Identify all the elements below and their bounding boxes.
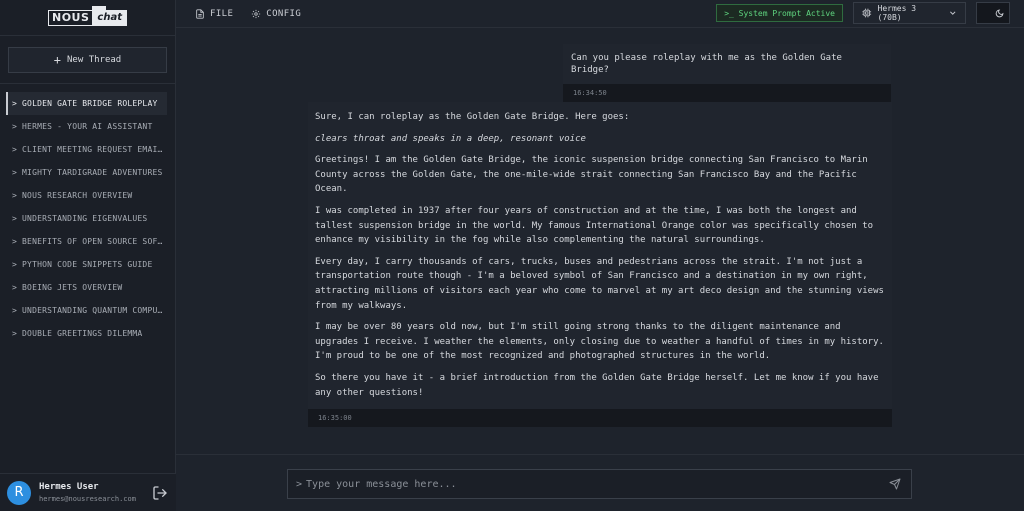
- assistant-paragraph: I may be over 80 years old now, but I'm …: [315, 322, 884, 362]
- moon-icon: [995, 9, 1004, 17]
- assistant-paragraph: clears throat and speaks in a deep, reso…: [315, 133, 586, 144]
- theme-toggle[interactable]: [976, 2, 1010, 24]
- assistant-message-time: 16:35:00: [308, 409, 892, 428]
- assistant-message: Sure, I can roleplay as the Golden Gate …: [308, 102, 892, 428]
- file-label: FILE: [210, 8, 234, 19]
- gear-icon: [252, 9, 261, 18]
- file-menu-button[interactable]: FILE: [195, 9, 233, 19]
- user-message: Can you please roleplay with me as the G…: [563, 44, 891, 102]
- logo-chat-text: chat: [92, 5, 127, 26]
- new-thread-label: New Thread: [67, 55, 122, 65]
- thread-item-boeing[interactable]: > BOEING JETS OVERVIEW: [6, 276, 167, 299]
- brand-header: NOUS chat: [0, 0, 175, 36]
- assistant-message-body: Sure, I can roleplay as the Golden Gate …: [308, 102, 892, 409]
- plus-icon: +: [53, 53, 62, 67]
- chip-icon: [862, 8, 872, 18]
- message-input[interactable]: [306, 478, 889, 490]
- config-menu-button[interactable]: CONFIG: [251, 9, 301, 19]
- avatar[interactable]: R: [7, 480, 31, 505]
- user-name: Hermes User: [39, 482, 99, 492]
- thread-item-hermes[interactable]: > HERMES - YOUR AI ASSISTANT: [6, 115, 167, 138]
- main-panel: FILE CONFIG >_ System Prompt Active Herm…: [176, 0, 1024, 511]
- thread-item-nous-research[interactable]: > NOUS RESEARCH OVERVIEW: [6, 184, 167, 207]
- sidebar: NOUS chat + New Thread > GOLDEN GATE BRI…: [0, 0, 176, 511]
- model-label: Hermes 3 (70B): [877, 4, 917, 22]
- chat-transcript: Can you please roleplay with me as the G…: [176, 29, 1024, 453]
- thread-item-python[interactable]: > PYTHON CODE SNIPPETS GUIDE: [6, 253, 167, 276]
- new-thread-button[interactable]: + New Thread: [8, 47, 167, 73]
- app-root: NOUS chat + New Thread > GOLDEN GATE BRI…: [0, 0, 1024, 511]
- toolbar-right: >_ System Prompt Active Hermes 3 (70B): [716, 2, 1010, 24]
- thread-item-client-meeting[interactable]: > CLIENT MEETING REQUEST EMAI…: [6, 138, 167, 161]
- logout-icon[interactable]: [152, 485, 168, 501]
- user-email: hermes@nousresearch.com: [39, 495, 136, 503]
- user-message-time: 16:34:50: [563, 84, 891, 102]
- thread-item-eigenvalues[interactable]: > UNDERSTANDING EIGENVALUES: [6, 207, 167, 230]
- assistant-paragraph: Sure, I can roleplay as the Golden Gate …: [315, 112, 630, 122]
- user-message-text: Can you please roleplay with me as the G…: [571, 53, 842, 75]
- assistant-paragraph: I was completed in 1937 after four years…: [315, 205, 874, 246]
- model-select[interactable]: Hermes 3 (70B): [853, 2, 966, 24]
- user-info: Hermes User hermes@nousresearch.com: [39, 482, 152, 503]
- thread-item-open-source[interactable]: > BENEFITS OF OPEN SOURCE SOF…: [6, 230, 167, 253]
- top-toolbar: FILE CONFIG >_ System Prompt Active Herm…: [176, 0, 1024, 28]
- thread-list: > GOLDEN GATE BRIDGE ROLEPLAY > HERMES -…: [0, 92, 175, 345]
- user-profile: R Hermes User hermes@nousresearch.com: [0, 473, 176, 511]
- assistant-paragraph: Every day, I carry thousands of cars, tr…: [315, 256, 884, 311]
- prompt-caret-icon: >: [296, 478, 303, 490]
- assistant-paragraph: So there you have it - a brief introduct…: [315, 372, 879, 398]
- file-icon: [196, 8, 204, 19]
- logo-nous-text: NOUS: [48, 9, 94, 26]
- config-label: CONFIG: [266, 8, 302, 19]
- thread-item-quantum[interactable]: > UNDERSTANDING QUANTUM COMPU…: [6, 299, 167, 322]
- composer-area: >: [176, 454, 1024, 511]
- composer: >: [287, 469, 912, 499]
- nous-chat-logo[interactable]: NOUS chat: [48, 5, 127, 27]
- system-prompt-badge[interactable]: >_ System Prompt Active: [716, 4, 843, 22]
- sidebar-divider: [0, 83, 175, 84]
- chevron-down-icon: [949, 11, 955, 15]
- send-icon[interactable]: [889, 478, 901, 490]
- thread-item-golden-gate[interactable]: > GOLDEN GATE BRIDGE ROLEPLAY: [6, 92, 167, 115]
- thread-item-double-greetings[interactable]: > DOUBLE GREETINGS DILEMMA: [6, 322, 167, 345]
- thread-item-tardigrade[interactable]: > MIGHTY TARDIGRADE ADVENTURES: [6, 161, 167, 184]
- assistant-paragraph: Greetings! I am the Golden Gate Bridge, …: [315, 155, 868, 195]
